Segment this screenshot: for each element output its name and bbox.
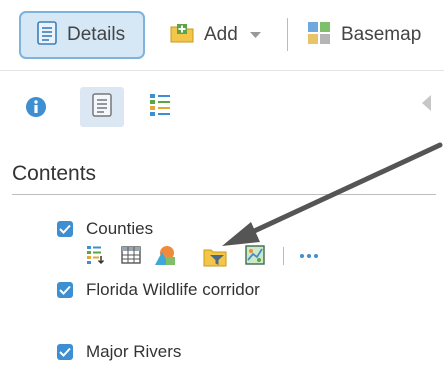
annotation-arrow (222, 142, 443, 246)
